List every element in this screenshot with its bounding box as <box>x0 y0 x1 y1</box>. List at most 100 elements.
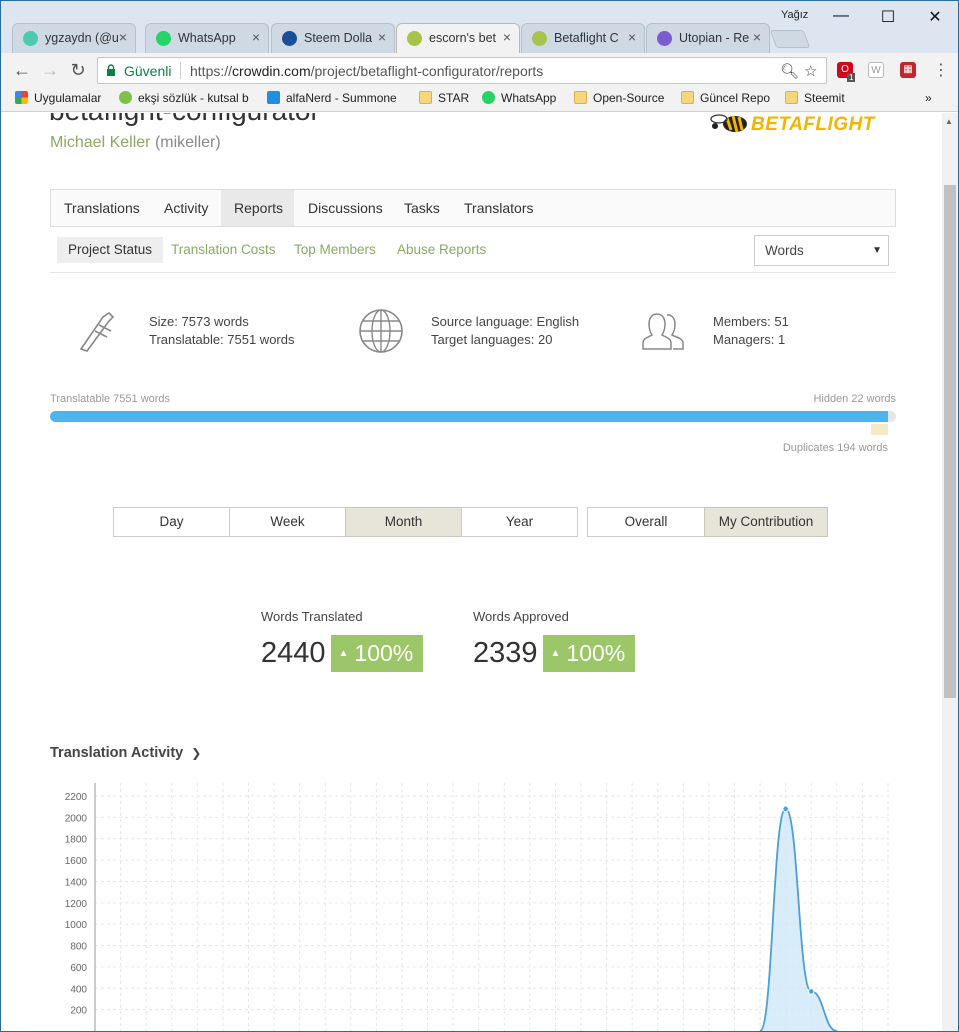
scrollbar[interactable]: ▲ <box>942 113 958 1031</box>
bookmark-whatsapp[interactable]: WhatsApp <box>482 91 556 105</box>
whatsapp-icon <box>482 91 495 104</box>
maximize-icon[interactable]: ☐ <box>878 7 898 27</box>
browser-tab-0[interactable]: ygzaydn (@u × <box>12 23 136 53</box>
close-window-icon[interactable]: ✕ <box>925 7 945 27</box>
words-approved-metric: Words Approved 2339 ▲ 100% <box>473 609 636 672</box>
y-tick-label: 1400 <box>65 877 88 888</box>
browser-window: ygzaydn (@u × WhatsApp × Steem Dolla × escorn'… <box>0 0 959 1032</box>
scope-buttons: Overall My Contribution <box>587 507 828 537</box>
subtab-top-members[interactable]: Top Members <box>283 237 387 263</box>
progress-bar <box>50 411 896 422</box>
bookmark-star-icon[interactable]: ☆ <box>804 62 817 80</box>
browser-tab-3[interactable]: escorn's bet × <box>396 23 520 54</box>
y-tick-label: 400 <box>70 984 87 995</box>
data-point <box>782 805 789 813</box>
bookmark-star[interactable]: STAR <box>419 91 469 105</box>
url-text[interactable]: https://crowdin.com/project/betaflight-c… <box>190 63 543 79</box>
month-button[interactable]: Month <box>345 507 462 537</box>
close-tab-icon[interactable]: × <box>252 29 260 45</box>
words-approved-value: 2339 <box>473 637 538 669</box>
bookmarks-overflow-icon[interactable]: » <box>925 91 932 105</box>
address-bar[interactable]: Güvenli https://crowdin.com/project/beta… <box>97 57 827 84</box>
y-tick-label: 600 <box>70 963 87 974</box>
caret-down-icon: ▼ <box>872 245 882 256</box>
tab-strip: ygzaydn (@u × WhatsApp × Steem Dolla × escorn'… <box>1 1 958 54</box>
apps-icon <box>15 91 28 104</box>
close-tab-icon[interactable]: × <box>119 29 127 45</box>
betaflight-icon <box>407 31 422 46</box>
bee-icon <box>710 114 747 133</box>
folder-icon <box>785 91 798 104</box>
close-tab-icon[interactable]: × <box>753 29 761 45</box>
unit-select[interactable]: Words ▼ <box>754 235 889 266</box>
browser-tab-4[interactable]: Betaflight C × <box>521 23 645 53</box>
hidden-label: Hidden 22 words <box>813 393 896 405</box>
close-tab-icon[interactable]: × <box>378 29 386 45</box>
day-button[interactable]: Day <box>113 507 230 537</box>
profile-name[interactable]: Yağız <box>781 9 808 21</box>
browser-tab-1[interactable]: WhatsApp × <box>145 23 269 53</box>
overall-button[interactable]: Overall <box>587 507 705 537</box>
minimize-icon[interactable]: — <box>831 7 851 25</box>
data-point <box>807 988 815 995</box>
extension-badge: 1 <box>847 73 856 82</box>
bookmarks-bar: Uygulamalar ekşi sözlük - kutsal b alfaNer… <box>1 87 958 112</box>
scrollbar-thumb[interactable] <box>944 185 956 698</box>
tab-translators[interactable]: Translators <box>451 190 534 226</box>
tab-reports[interactable]: Reports <box>221 190 294 226</box>
globe-icon <box>359 309 403 353</box>
folder-icon <box>419 91 432 104</box>
close-tab-icon[interactable]: × <box>628 29 636 45</box>
bookmark-open-source[interactable]: Open-Source <box>574 91 664 105</box>
betaflight-icon <box>532 31 547 46</box>
scroll-up-icon[interactable]: ▲ <box>945 117 953 126</box>
wordpress-extension-icon[interactable]: W <box>868 62 884 78</box>
year-button[interactable]: Year <box>461 507 578 537</box>
utopian-icon <box>657 31 672 46</box>
bookmark-uygulamalar[interactable]: Uygulamalar <box>15 91 101 105</box>
translation-activity-heading[interactable]: Translation Activity ❯ <box>50 745 201 761</box>
translated-change-badge: ▲ 100% <box>330 635 424 672</box>
size-stat: Size: 7573 words Translatable: 7551 word… <box>79 311 295 352</box>
whatsapp-icon <box>156 31 171 46</box>
members-stat: Members: 51 Managers: 1 <box>642 313 789 350</box>
subtab-project-status[interactable]: Project Status <box>57 237 164 263</box>
caliper-icon <box>79 311 115 352</box>
zoom-icon[interactable]: 🔍︎ <box>780 62 799 80</box>
menu-icon[interactable]: ⋮ <box>930 60 952 80</box>
reload-icon[interactable]: ↻ <box>67 60 89 81</box>
bookmark-alfanerd-summone[interactable]: alfaNerd - Summone <box>267 91 397 105</box>
folder-icon <box>681 91 694 104</box>
language-stat: Source language: English Target language… <box>359 309 579 353</box>
new-tab-button[interactable] <box>769 30 811 48</box>
forward-icon[interactable]: → <box>39 60 61 81</box>
my-contribution-button[interactable]: My Contribution <box>704 507 828 537</box>
tab-activity[interactable]: Activity <box>151 190 220 226</box>
browser-tab-5[interactable]: Utopian - Re × <box>646 23 770 53</box>
lock-icon <box>107 64 115 76</box>
back-icon[interactable]: ← <box>11 60 33 81</box>
tab-translations[interactable]: Translations <box>51 190 150 226</box>
puzzle-extension-icon[interactable]: ▦ <box>900 62 916 78</box>
subtab-abuse-reports[interactable]: Abuse Reports <box>386 237 497 263</box>
subtab-translation-costs[interactable]: Translation Costs <box>160 237 287 263</box>
y-tick-label: 1000 <box>65 920 88 931</box>
users-icon <box>642 313 684 350</box>
bookmark-g-ncel-repo[interactable]: Güncel Repo <box>681 91 770 105</box>
bookmark-ek-i-s-zl-k-kutsal-b[interactable]: ekşi sözlük - kutsal b <box>119 91 249 105</box>
eksi-icon <box>119 91 132 104</box>
tab-tasks[interactable]: Tasks <box>391 190 450 226</box>
project-owner[interactable]: Michael Keller (mikeller) <box>50 134 221 152</box>
words-translated-metric: Words Translated 2440 ▲ 100% <box>261 609 424 672</box>
alfanerd-icon <box>267 91 280 104</box>
close-tab-icon[interactable]: × <box>503 29 511 45</box>
up-arrow-icon: ▲ <box>550 648 561 659</box>
bookmark-steemit[interactable]: Steemit <box>785 91 845 105</box>
browser-tab-2[interactable]: Steem Dolla × <box>271 23 395 53</box>
steem-icon <box>23 31 38 46</box>
tab-discussions[interactable]: Discussions <box>295 190 390 226</box>
week-button[interactable]: Week <box>229 507 346 537</box>
main-tabs: Translations Activity Reports Discussions Ta… <box>50 189 896 227</box>
page-content: betaflight-configurator Michael Keller (… <box>1 113 942 1031</box>
sub-tabs: Project Status Translation Costs Top Membe… <box>50 235 896 273</box>
